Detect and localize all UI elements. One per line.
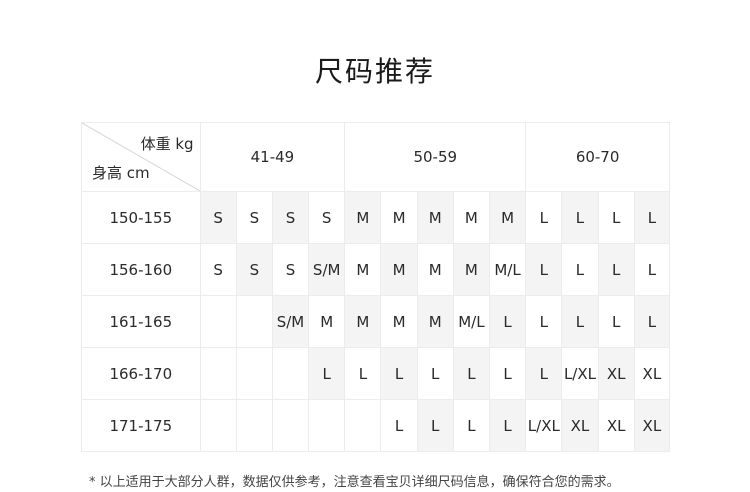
size-cell: L — [525, 191, 563, 244]
size-cell: S — [271, 243, 310, 296]
size-cell: XL — [633, 347, 671, 400]
size-cell — [235, 399, 273, 452]
size-cell: L — [380, 347, 418, 400]
size-cell: L — [561, 243, 599, 296]
size-cell: L — [525, 347, 563, 400]
size-cell: L — [488, 295, 527, 348]
size-cell: L — [488, 399, 527, 452]
size-cell: M — [452, 243, 490, 296]
table-row: 161-165 S/M M M M M M/L L L L L L — [81, 295, 671, 348]
size-cell: M — [344, 295, 382, 348]
size-cell: XL — [561, 399, 599, 452]
table-row: 150-155 S S S S M M M M M L L L L — [81, 191, 671, 244]
size-cell — [344, 399, 382, 452]
size-cell: L — [416, 347, 454, 400]
size-cell — [199, 399, 237, 452]
corner-cell: 体重 kg 身高 cm — [81, 122, 201, 192]
size-cell: M — [380, 295, 418, 348]
size-cell: L — [452, 399, 490, 452]
size-cell: S/M — [271, 295, 310, 348]
size-cell: XL — [597, 399, 635, 452]
size-cell — [235, 347, 273, 400]
page-title: 尺码推荐 — [314, 55, 435, 88]
size-cell: M — [416, 191, 454, 244]
height-range-label: 150-155 — [81, 191, 201, 244]
size-cell: M/L — [488, 243, 527, 296]
header-row: 体重 kg 身高 cm 41-49 50-59 60-70 — [81, 122, 670, 192]
size-cell: L — [633, 295, 671, 348]
size-cell: M — [308, 295, 346, 348]
size-cell: L — [561, 295, 599, 348]
size-cell: M — [488, 191, 527, 244]
height-range-label: 171-175 — [81, 399, 201, 452]
size-cell: M/L — [452, 295, 490, 348]
size-cell: M — [380, 191, 418, 244]
size-cell: S — [199, 243, 237, 296]
size-cell: XL — [633, 399, 671, 452]
size-cell: M — [380, 243, 418, 296]
size-cell: M — [416, 295, 454, 348]
size-cell — [199, 295, 237, 348]
size-cell — [235, 295, 273, 348]
size-cell: S/M — [308, 243, 346, 296]
table-row: 171-175 L L L L L/XL XL XL XL — [81, 399, 671, 452]
size-cell: L — [597, 191, 635, 244]
size-cell — [308, 399, 346, 452]
size-cell: L — [488, 347, 527, 400]
weight-range-header: 50-59 — [344, 122, 527, 192]
size-recommendation-table: 体重 kg 身高 cm 41-49 50-59 60-70 150-155 S S S… — [81, 122, 671, 452]
size-cell: S — [308, 191, 346, 244]
size-cell — [199, 347, 237, 400]
height-range-label: 161-165 — [81, 295, 201, 348]
size-cell: M — [452, 191, 490, 244]
footnote: * 以上适用于大部分人群，数据仅供参考，注意查看宝贝详细尺码信息，确保符合您的需… — [89, 475, 620, 490]
size-cell: L — [452, 347, 490, 400]
size-cell: M — [344, 243, 382, 296]
size-cell: S — [271, 191, 310, 244]
height-range-label: 156-160 — [81, 243, 201, 296]
size-cell: S — [235, 191, 273, 244]
size-cell — [271, 399, 310, 452]
size-cell: S — [199, 191, 237, 244]
height-range-label: 166-170 — [81, 347, 201, 400]
size-cell: L — [525, 243, 563, 296]
size-cell: L — [597, 243, 635, 296]
weight-range-header: 60-70 — [525, 122, 670, 192]
size-cell: L — [416, 399, 454, 452]
size-cell: L — [308, 347, 346, 400]
size-cell: L — [597, 295, 635, 348]
weight-axis-label: 体重 kg — [140, 135, 194, 153]
size-cell: M — [416, 243, 454, 296]
size-cell: L — [561, 191, 599, 244]
weight-range-header: 41-49 — [199, 122, 346, 192]
size-cell: L/XL — [561, 347, 599, 400]
size-cell: L — [380, 399, 418, 452]
size-cell: S — [235, 243, 273, 296]
size-cell: L — [344, 347, 382, 400]
size-cell: L — [633, 191, 671, 244]
height-axis-label: 身高 cm — [92, 164, 150, 182]
size-cell: XL — [597, 347, 635, 400]
table-row: 156-160 S S S S/M M M M M M/L L L L L — [81, 243, 671, 296]
size-cell: L — [525, 295, 563, 348]
table-row: 166-170 L L L L L L L L/XL XL XL — [81, 347, 671, 400]
size-cell: M — [344, 191, 382, 244]
size-cell — [271, 347, 310, 400]
size-cell: L — [633, 243, 671, 296]
size-cell: L/XL — [525, 399, 563, 452]
